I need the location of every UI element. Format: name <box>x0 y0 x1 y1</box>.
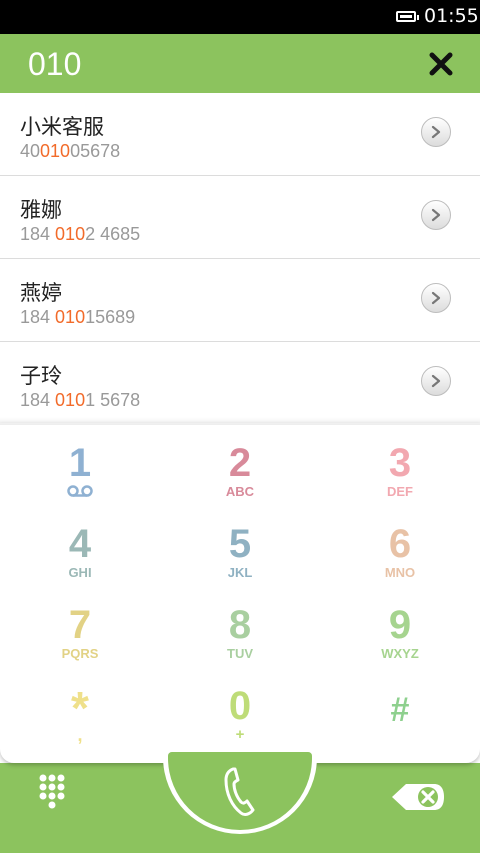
key-5[interactable]: 5 JKL <box>160 504 320 584</box>
key-letters: TUV <box>227 646 253 661</box>
number-match-highlight: 010 <box>55 307 86 327</box>
keypad-grid-icon[interactable] <box>38 773 72 817</box>
key-letters: PQRS <box>61 646 99 661</box>
contact-number: 184 0102 4685 <box>20 224 141 244</box>
number-match-highlight: 010 <box>40 141 71 161</box>
key-7[interactable]: 7 PQRS <box>0 585 160 665</box>
key-digit: 4 <box>68 522 92 566</box>
key-letters: WXYZ <box>381 646 419 661</box>
close-icon[interactable] <box>427 50 455 78</box>
key-letters: MNO <box>384 565 416 580</box>
key-letters: DEF <box>387 484 413 499</box>
key-letters: + <box>235 726 245 743</box>
key-digit: 8 <box>228 603 252 647</box>
chevron-right-icon[interactable] <box>421 117 451 147</box>
key-digit: 7 <box>68 603 92 647</box>
key-3[interactable]: 3 DEF <box>320 423 480 503</box>
contact-number: 184 0101 5678 <box>20 390 141 410</box>
search-header: 010 <box>0 34 480 93</box>
status-time: 01:55 <box>424 5 479 27</box>
key-1[interactable]: 1 <box>0 423 160 503</box>
key-0[interactable]: 0 + <box>160 666 320 746</box>
contact-number: 184 01015689 <box>20 307 136 327</box>
key-6[interactable]: 6 MNO <box>320 504 480 584</box>
contact-number: 4001005678 <box>20 141 121 161</box>
battery-icon <box>396 11 419 22</box>
key-2[interactable]: 2 ABC <box>160 423 320 503</box>
key-letters: ABC <box>225 484 255 499</box>
key-digit: 2 <box>228 441 252 485</box>
key-digit: * <box>71 682 89 734</box>
number-match-highlight: 010 <box>55 390 86 410</box>
key-letters: , <box>77 725 83 745</box>
dialed-number[interactable]: 010 <box>28 46 81 83</box>
phone-handset-icon <box>224 767 255 816</box>
key-digit: 6 <box>388 522 412 566</box>
status-bar: 01:55 <box>0 0 480 34</box>
contact-result-row[interactable]: 小米客服 4001005678 <box>0 93 480 176</box>
key-8[interactable]: 8 TUV <box>160 585 320 665</box>
key-star[interactable]: * , <box>0 666 160 746</box>
key-digit: # <box>390 691 410 729</box>
key-digit: 3 <box>388 441 412 485</box>
key-hash[interactable]: # <box>320 666 480 746</box>
contact-result-row[interactable]: 燕婷 184 01015689 <box>0 259 480 342</box>
key-4[interactable]: 4 GHI <box>0 504 160 584</box>
key-digit: 0 <box>228 684 252 728</box>
key-digit: 5 <box>228 522 252 566</box>
contact-name: 小米客服 <box>20 115 104 139</box>
chevron-right-icon[interactable] <box>421 366 451 396</box>
contact-result-row[interactable]: 子玲 184 0101 5678 <box>0 342 480 424</box>
key-digit: 1 <box>68 441 92 485</box>
chevron-right-icon[interactable] <box>421 200 451 230</box>
chevron-right-icon[interactable] <box>421 283 451 313</box>
contact-name: 雅娜 <box>20 198 62 222</box>
key-letters: GHI <box>68 565 92 580</box>
number-match-highlight: 010 <box>55 224 86 244</box>
contact-name: 子玲 <box>20 364 62 388</box>
contact-result-row[interactable]: 雅娜 184 0102 4685 <box>0 176 480 259</box>
key-digit: 9 <box>388 603 412 647</box>
dialpad: 1 2 ABC 3 DEF 4 GHI 5 JKL 6 MNO 7 PQRS 8… <box>0 417 480 763</box>
contact-results-list: 小米客服 4001005678 雅娜 184 0102 4685 燕婷 184 … <box>0 93 480 424</box>
key-letters: JKL <box>227 565 253 580</box>
voicemail-icon <box>67 485 93 497</box>
contact-name: 燕婷 <box>20 281 62 305</box>
key-9[interactable]: 9 WXYZ <box>320 585 480 665</box>
backspace-icon[interactable] <box>390 780 446 814</box>
